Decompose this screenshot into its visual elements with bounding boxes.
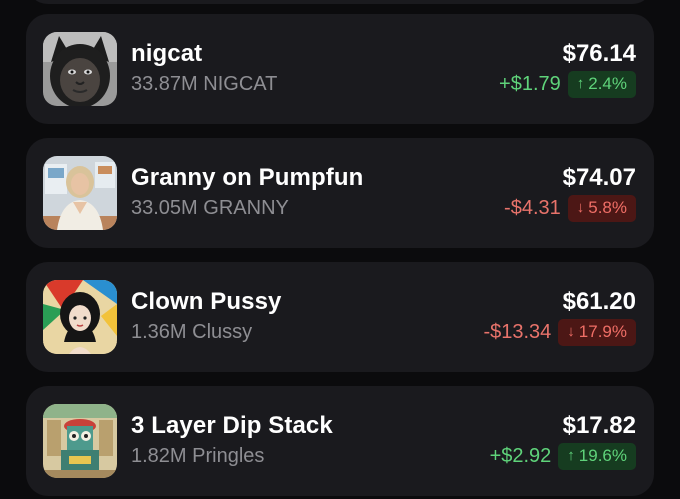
- token-price: $76.14: [562, 40, 636, 67]
- token-name: Clown Pussy: [131, 288, 282, 315]
- arrow-down-icon: ↓: [567, 323, 575, 340]
- token-holdings-screen: nigcat 33.87M NIGCAT $76.14 +$1.79 ↑ 2.4…: [0, 0, 680, 499]
- token-amount: 33.87M: [131, 73, 198, 95]
- percent-change-value: 17.9%: [578, 322, 627, 341]
- token-name: Granny on Pumpfun: [131, 164, 364, 191]
- percent-change-value: 19.6%: [578, 446, 627, 465]
- price-change-row: +$2.92 ↑ 19.6%: [490, 442, 636, 470]
- token-holding: 33.87M NIGCAT: [131, 72, 277, 96]
- token-price: $17.82: [562, 412, 636, 439]
- percent-change-badge: ↓ 5.8%: [567, 194, 636, 222]
- percent-change-badge: ↑ 2.4%: [567, 70, 636, 98]
- price-change-amount: -$4.31: [504, 197, 561, 219]
- price-change-row: -$4.31 ↓ 5.8%: [504, 194, 636, 222]
- token-name: nigcat: [131, 40, 203, 67]
- price-change-amount: +$1.79: [499, 73, 561, 95]
- token-holding: 33.05M GRANNY: [131, 196, 289, 220]
- granny-avatar-icon: [43, 156, 117, 230]
- token-card-nigcat[interactable]: nigcat 33.87M NIGCAT $76.14 +$1.79 ↑ 2.4…: [26, 14, 654, 124]
- percent-change-badge: ↑ 19.6%: [558, 442, 636, 470]
- token-holding: 1.36M Clussy: [131, 320, 252, 344]
- token-amount: 33.05M: [131, 197, 198, 219]
- price-change-amount: +$2.92: [489, 445, 552, 467]
- price-change-row: -$13.34 ↓ 17.9%: [483, 318, 636, 346]
- token-amount: 1.36M: [131, 321, 187, 343]
- token-holding: 1.82M Pringles: [131, 444, 264, 468]
- token-price: $74.07: [562, 164, 636, 191]
- token-card-clown-pussy[interactable]: Clown Pussy 1.36M Clussy $61.20 -$13.34 …: [26, 262, 654, 372]
- token-price: $61.20: [562, 288, 636, 315]
- black-cat-avatar-icon: [43, 32, 117, 106]
- token-ticker: NIGCAT: [203, 73, 278, 95]
- token-card-granny[interactable]: Granny on Pumpfun 33.05M GRANNY $74.07 -…: [26, 138, 654, 248]
- pringles-cartoon-avatar-icon: [43, 404, 117, 478]
- price-change-row: +$1.79 ↑ 2.4%: [499, 70, 636, 98]
- token-amount: 1.82M: [131, 445, 187, 467]
- price-change-amount: -$13.34: [483, 321, 552, 343]
- token-name: 3 Layer Dip Stack: [131, 412, 333, 439]
- previous-card-edge: [26, 0, 654, 4]
- token-ticker: Clussy: [192, 321, 253, 343]
- percent-change-value: 2.4%: [588, 74, 627, 93]
- arrow-down-icon: ↓: [576, 199, 585, 216]
- arrow-up-icon: ↑: [576, 75, 585, 92]
- arrow-up-icon: ↑: [567, 447, 575, 464]
- token-card-3-layer-dip-stack[interactable]: 3 Layer Dip Stack 1.82M Pringles $17.82 …: [26, 386, 654, 496]
- clown-girl-avatar-icon: [43, 280, 117, 354]
- token-ticker: Pringles: [192, 445, 265, 467]
- token-ticker: GRANNY: [203, 197, 289, 219]
- percent-change-value: 5.8%: [588, 198, 627, 217]
- percent-change-badge: ↓ 17.9%: [558, 318, 636, 346]
